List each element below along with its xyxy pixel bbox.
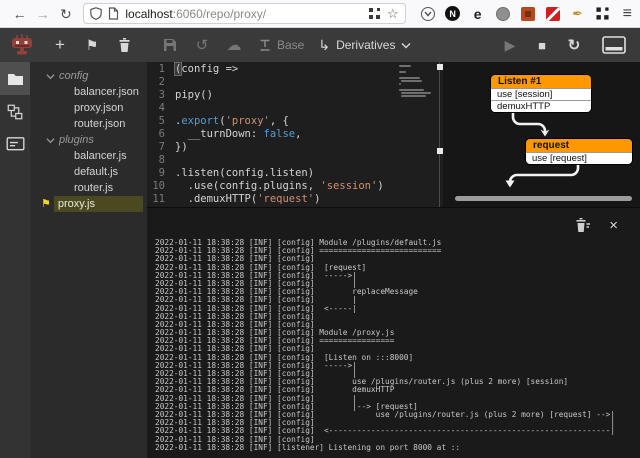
code-line[interactable]: 8 [147,154,437,167]
flowchart-icon [6,103,24,121]
log-output: 2022-01-11 18:38:28 [INF] [config] Modul… [155,239,640,458]
extension-red[interactable] [545,6,561,22]
derivatives-label: Derivatives [336,38,395,52]
url-path: :6060/repo/proxy/ [173,7,266,21]
url-host: localhost [125,7,172,21]
containers-icon[interactable] [369,8,380,19]
bookmark-star-icon[interactable]: ☆ [387,7,399,20]
menu-button[interactable]: ≡ [623,5,632,23]
flag-icon: ⚑ [41,199,51,210]
code-line[interactable]: 4 [147,102,437,115]
tree-item-selected[interactable]: ⚑proxy.js [30,196,147,212]
rail-tab-files[interactable] [0,62,30,95]
code-line[interactable]: 1(config => [147,63,437,76]
console-list-icon [6,136,25,153]
extensions-row: N e ✒ [420,6,611,22]
base-button[interactable]: Base [258,38,304,52]
trash-icon [118,38,131,53]
code-line[interactable]: 10 .use(config.plugins, 'session') [147,180,437,193]
tree-item-label: proxy.js [54,196,143,212]
tree-item[interactable]: balancer.json [30,84,147,100]
shield-icon [90,7,102,20]
base-label: Base [277,38,304,52]
diagram-node-row: demuxHTTP [491,100,591,112]
rail-tab-pipelines[interactable] [0,95,30,128]
derivatives-dropdown[interactable]: ↳ Derivatives [318,37,411,54]
folder-icon [7,72,24,86]
undo-button[interactable]: ↺ [190,33,214,57]
code-line[interactable]: 3pipy() [147,89,437,102]
save-icon [163,38,177,52]
editor-minimap[interactable] [399,65,431,101]
file-tree: configbalancer.jsonproxy.jsonrouter.json… [30,62,147,458]
code-line[interactable]: 7}) [147,141,437,154]
url-text[interactable]: localhost:6060/repo/proxy/ [125,7,369,21]
diagram-node-title: request [526,139,632,152]
diagram-node-title: Listen #1 [491,75,591,88]
tree-section[interactable]: plugins [30,132,147,148]
back-button[interactable]: ← [8,3,31,25]
code-line[interactable]: 5.export('proxy', { [147,115,437,128]
code-lines: 1(config =>23pipy()45.export('proxy', {6… [147,63,437,207]
tree-section[interactable]: config [30,68,147,84]
branch-icon: ↳ [318,37,330,54]
diagram-node-row: use [request] [526,152,632,164]
forward-button[interactable]: → [31,3,54,25]
extension-shield[interactable] [420,6,436,22]
extension-blob[interactable] [495,6,511,22]
console-window-icon [602,36,626,54]
rail-tab-console[interactable] [0,128,30,161]
upload-button[interactable]: ☁ [222,33,246,57]
tree-item[interactable]: proxy.json [30,100,147,116]
chevron-down-icon [401,42,411,49]
stop-button[interactable]: ■ [530,33,554,57]
app-toolbar: + ⚑ ↺ ☁ Base ↳ Derivatives ▶ ■ ↻ [0,28,640,62]
play-button[interactable]: ▶ [498,33,522,57]
extension-orange[interactable] [520,6,536,22]
log-line: 2022-01-11 18:38:28 [INF] [listener] Lis… [155,444,640,452]
code-editor[interactable]: 1(config =>23pipy()45.export('proxy', {6… [147,62,437,207]
flag-button[interactable]: ⚑ [80,33,104,57]
tree-item[interactable]: router.json [30,116,147,132]
code-line[interactable]: 6 __turnDown: false, [147,128,437,141]
diagram-node-1[interactable]: Listen #1use [session]demuxHTTP [490,74,592,113]
console-panel: × 2022-01-11 18:38:28 [INF] [config] Mod… [147,207,640,458]
diagram-node-row: use [session] [491,88,591,100]
reload-button[interactable]: ↻ [54,3,77,25]
code-line[interactable]: 2 [147,76,437,89]
restart-button[interactable]: ↻ [562,33,586,57]
diagram-node-2[interactable]: requestuse [request] [525,138,633,165]
tree-item[interactable]: balancer.js [30,148,147,164]
tree-item[interactable]: router.js [30,180,147,196]
tree-item[interactable]: default.js [30,164,147,180]
delete-button[interactable] [112,33,136,57]
extension-grid[interactable] [595,6,611,22]
app-logo-icon[interactable] [8,33,36,57]
browser-chrome: ← → ↻ localhost:6060/repo/proxy/ ☆ N e ✒… [0,0,640,28]
base-icon [258,38,272,52]
diagram-scrollbar[interactable] [455,196,632,201]
new-file-button[interactable]: + [48,33,72,57]
code-line[interactable]: 11 .demuxHTTP('request') [147,193,437,206]
extension-n[interactable]: N [445,6,461,22]
clear-console-button[interactable] [574,217,591,233]
page-icon [108,7,119,20]
url-bar[interactable]: localhost:6060/repo/proxy/ ☆ [83,3,405,24]
activity-rail [0,62,30,458]
extension-e[interactable]: e [470,6,486,22]
code-line[interactable]: 9.listen(config.listen) [147,167,437,180]
save-button[interactable] [158,33,182,57]
extension-quill[interactable]: ✒ [570,6,586,22]
console-toggle-button[interactable] [600,33,628,57]
pipeline-diagram-panel: Listen #1use [session]demuxHTTP requestu… [443,62,640,207]
close-console-button[interactable]: × [609,218,618,233]
